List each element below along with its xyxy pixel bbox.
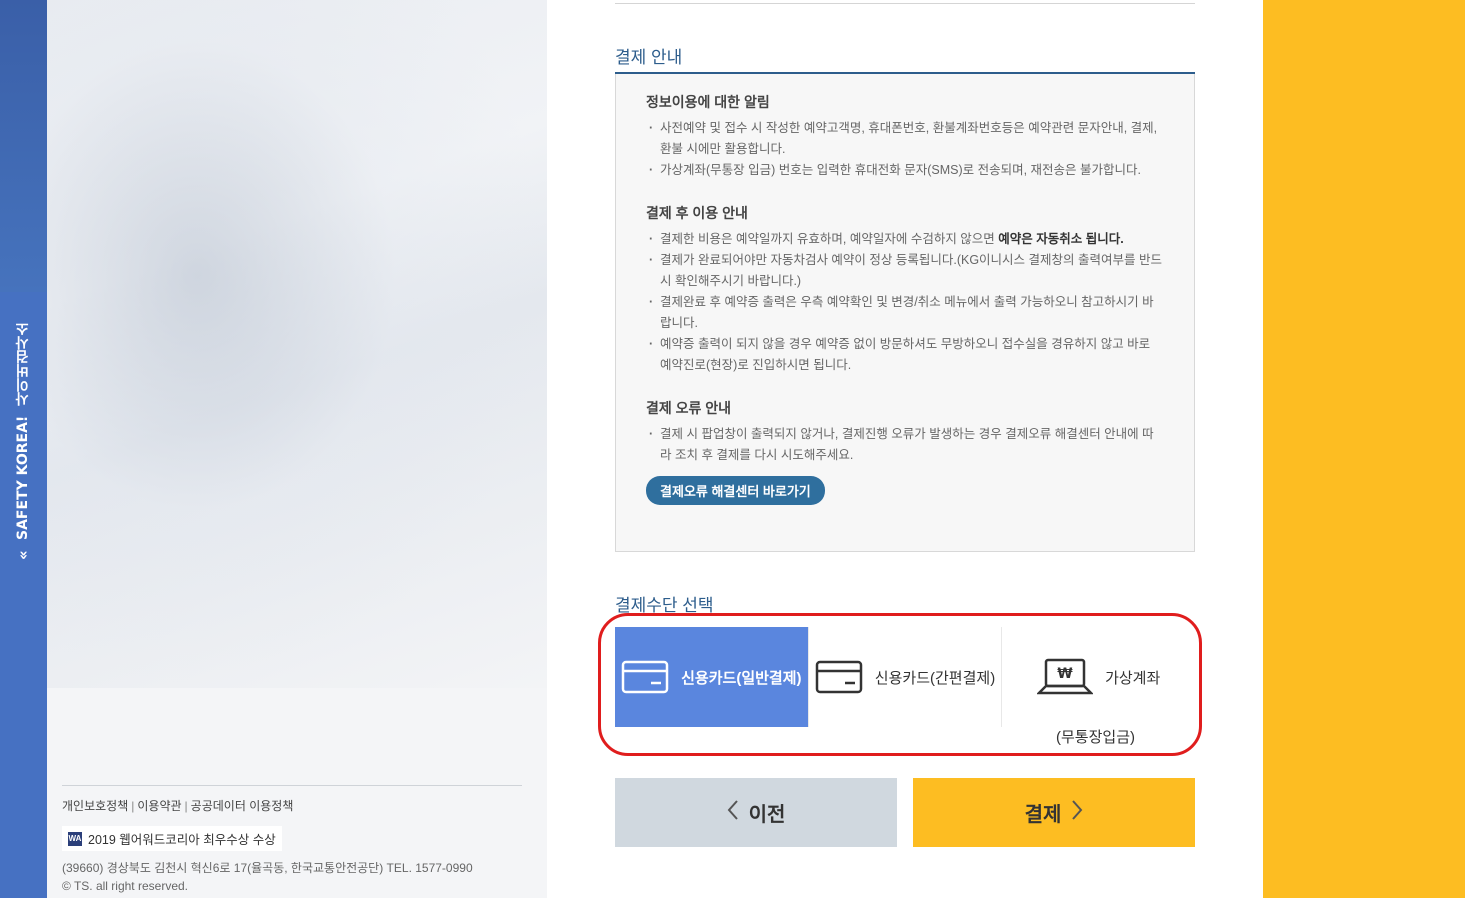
background-photo: [47, 0, 547, 688]
info-heading: 결제 후 이용 안내: [646, 205, 748, 221]
pay-button[interactable]: 결제: [913, 778, 1195, 847]
virtual-account-sub-label: (무통장입금): [1056, 729, 1135, 746]
info-item-bold: 예약은 자동취소 됩니다.: [998, 232, 1124, 246]
payment-info-title: 결제 안내: [615, 48, 683, 67]
info-heading: 결제 오류 안내: [646, 400, 732, 416]
side-sub-text: 사이버검사소: [15, 322, 31, 406]
double-chevron-left-icon: «: [14, 550, 32, 560]
side-tab[interactable]: « SAFETY KOREA! 사이버검사소: [0, 0, 47, 898]
info-item-text: 결제한 비용은 예약일까지 유효하며, 예약일자에 수검하지 않으면: [660, 232, 999, 246]
info-item: 결제완료 후 예약증 출력은 우측 예약확인 및 변경/취소 메뉴에서 출력 가…: [646, 292, 1164, 334]
award-text: 2019 웹어워드코리아 최우수상 수상: [88, 833, 276, 847]
credit-card-icon: [815, 660, 863, 694]
chevron-left-icon: [727, 799, 739, 827]
public-data-policy-link[interactable]: 공공데이터 이용정책: [191, 799, 294, 813]
award-badge: WA 2019 웹어워드코리아 최우수상 수상: [62, 826, 282, 851]
side-tab-top: [0, 0, 47, 292]
pay-option-label: 가상계좌: [1105, 669, 1161, 687]
info-item: 결제한 비용은 예약일까지 유효하며, 예약일자에 수검하지 않으면 예약은 자…: [646, 229, 1164, 250]
terms-link[interactable]: 이용약관: [137, 799, 181, 813]
side-brand-text: SAFETY KOREA!: [15, 416, 31, 541]
footer-divider: [62, 785, 522, 786]
pay-option-label: 신용카드(간편결제): [874, 669, 996, 687]
address-text: (39660) 경상북도 김천시 혁신6로 17(율곡동, 한국교통안전공단) …: [62, 861, 473, 875]
payment-method-options: 신용카드(일반결제) 신용카드(간편결제) ₩ 가상계좌: [615, 627, 1196, 727]
footer-address: (39660) 경상북도 김천시 혁신6로 17(율곡동, 한국교통안전공단) …: [62, 859, 522, 895]
info-item: 결제가 완료되어야만 자동차검사 예약이 정상 등록됩니다.(KG이니시스 결제…: [646, 250, 1164, 292]
payment-info-box: 정보이용에 대한 알림 사전예약 및 접수 시 작성한 예약고객명, 휴대폰번호…: [615, 74, 1195, 552]
payment-method-title: 결제수단 선택: [615, 596, 714, 615]
info-item: 결제 시 팝업창이 출력되지 않거나, 결제진행 오류가 발생하는 경우 결제오…: [646, 424, 1164, 466]
info-item: 예약증 출력이 되지 않을 경우 예약증 없이 방문하셔도 무방하오니 접수실을…: [646, 334, 1164, 376]
pay-option-virtual-account[interactable]: ₩ 가상계좌: [1002, 627, 1196, 727]
award-icon: WA: [68, 831, 82, 846]
prev-button[interactable]: 이전: [615, 778, 897, 847]
svg-text:₩: ₩: [1057, 666, 1073, 682]
side-tab-label[interactable]: « SAFETY KOREA! 사이버검사소: [13, 322, 33, 560]
right-panel: [1263, 0, 1465, 898]
pay-option-label: 신용카드(일반결제): [681, 669, 802, 687]
info-list: 사전예약 및 접수 시 작성한 예약고객명, 휴대폰번호, 환불계좌번호등은 예…: [646, 118, 1164, 181]
privacy-policy-link[interactable]: 개인보호정책: [62, 799, 128, 813]
footer-links: 개인보호정책 | 이용약관 | 공공데이터 이용정책: [62, 799, 294, 813]
info-list: 결제 시 팝업창이 출력되지 않거나, 결제진행 오류가 발생하는 경우 결제오…: [646, 424, 1164, 466]
info-heading: 정보이용에 대한 알림: [646, 94, 770, 110]
info-item: 사전예약 및 접수 시 작성한 예약고객명, 휴대폰번호, 환불계좌번호등은 예…: [646, 118, 1164, 160]
prev-button-label: 이전: [748, 804, 786, 826]
laptop-won-icon: ₩: [1037, 657, 1094, 697]
pay-option-credit-simple[interactable]: 신용카드(간편결제): [808, 627, 1003, 727]
error-center-button[interactable]: 결제오류 해결센터 바로가기: [646, 476, 825, 505]
top-divider: [615, 3, 1195, 4]
copyright-text: © TS. all right reserved.: [62, 879, 188, 893]
info-item: 가상계좌(무통장 입금) 번호는 입력한 휴대전화 문자(SMS)로 전송되며,…: [646, 160, 1164, 181]
info-list: 결제한 비용은 예약일까지 유효하며, 예약일자에 수검하지 않으면 예약은 자…: [646, 229, 1164, 376]
footer: 개인보호정책 | 이용약관 | 공공데이터 이용정책 WA 2019 웹어워드코리아 최…: [62, 785, 522, 895]
pay-option-credit-general[interactable]: 신용카드(일반결제): [615, 627, 809, 727]
pay-button-label: 결제: [1024, 804, 1062, 826]
credit-card-icon: [621, 660, 669, 694]
chevron-right-icon: [1071, 799, 1083, 827]
